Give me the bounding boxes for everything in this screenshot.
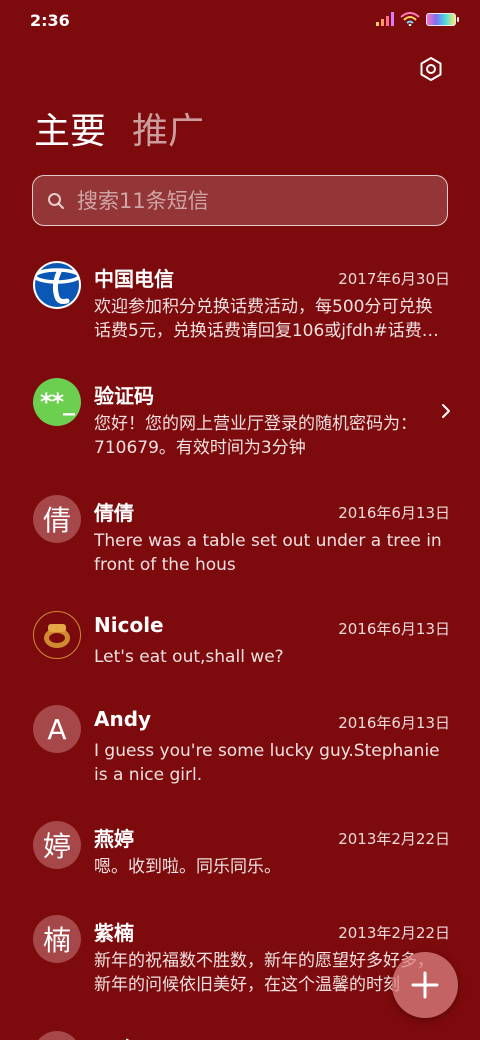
battery-icon [426, 12, 459, 26]
conversation-name: 子玲 [94, 1033, 134, 1040]
status-bar: 2:36 [0, 0, 480, 40]
conversation-preview: Let's eat out,shall we? [94, 647, 284, 667]
wifi-icon [400, 12, 420, 26]
conversation-preview: 嗯。收到啦。同乐同乐。 [94, 857, 281, 877]
avatar: 楠 [33, 915, 81, 963]
conversation-name: 中国电信 [94, 267, 174, 291]
chevron-right-icon[interactable] [440, 403, 452, 419]
conversation-name: 验证码 [94, 384, 154, 408]
conversation-name: 倩倩 [94, 501, 134, 525]
messages-screen: 2:36 主要 推广 搜索11条短信 中国电信 2017年6月30日 欢迎参加积… [0, 0, 480, 1040]
avatar: A [33, 705, 81, 753]
signal-icon [376, 12, 394, 26]
conversation-preview: There was a table set out under a tree i… [94, 531, 442, 575]
conversation-item[interactable]: A Andy 2016年6月13日 I guess you're some lu… [0, 694, 480, 810]
avatar [33, 1031, 81, 1040]
conversation-date: 2013年2月22日 [338, 924, 450, 942]
conversation-date: 2016年6月13日 [338, 620, 450, 638]
avatar: **_ [33, 378, 81, 426]
status-time: 2:36 [30, 11, 70, 30]
conversation-date: 2016年6月13日 [338, 714, 450, 732]
conversation-item[interactable]: 子玲 [0, 1020, 480, 1040]
new-message-button[interactable] [392, 952, 458, 1018]
conversation-item[interactable]: **_ 验证码 您好！您的网上营业厅登录的随机密码为：710679。有效时间为3… [0, 367, 480, 483]
conversation-item[interactable]: Nicole 2016年6月13日 Let's eat out,shall we… [0, 600, 480, 694]
conversation-name: Andy [94, 707, 152, 731]
conversation-preview: 欢迎参加积分兑换话费活动，每500分可兑换话费5元，兑换话费请回复106或jfd… [94, 297, 439, 341]
plus-icon [411, 971, 439, 999]
conversation-date: 2013年2月22日 [338, 830, 450, 848]
conversation-preview: 您好！您的网上营业厅登录的随机密码为：710679。有效时间为3分钟 [94, 414, 417, 458]
conversation-item[interactable]: 倩 倩倩 2016年6月13日 There was a table set ou… [0, 484, 480, 600]
gear-icon[interactable] [418, 56, 444, 82]
conversation-preview: I guess you're some lucky guy.Stephanie … [94, 741, 440, 785]
conversation-date: 2016年6月13日 [338, 504, 450, 522]
avatar: 倩 [33, 495, 81, 543]
tab-primary[interactable]: 主要 [34, 108, 106, 156]
search-icon [48, 192, 64, 209]
conversation-date: 2017年6月30日 [338, 270, 450, 288]
conversation-item[interactable]: 婷 燕婷 2013年2月22日 嗯。收到啦。同乐同乐。 [0, 810, 480, 904]
conversation-name: Nicole [94, 613, 164, 637]
conversation-name: 燕婷 [94, 827, 134, 851]
conversation-name: 紫楠 [94, 921, 134, 945]
avatar: 婷 [33, 821, 81, 869]
status-icons [376, 12, 459, 26]
photo-avatar [33, 611, 81, 659]
search-input[interactable] [75, 187, 447, 214]
telecom-logo-avatar [33, 261, 81, 309]
tab-promotions[interactable]: 推广 [132, 108, 204, 156]
conversation-item[interactable]: 中国电信 2017年6月30日 欢迎参加积分兑换话费活动，每500分可兑换话费5… [0, 250, 480, 366]
search-box[interactable] [32, 175, 448, 226]
